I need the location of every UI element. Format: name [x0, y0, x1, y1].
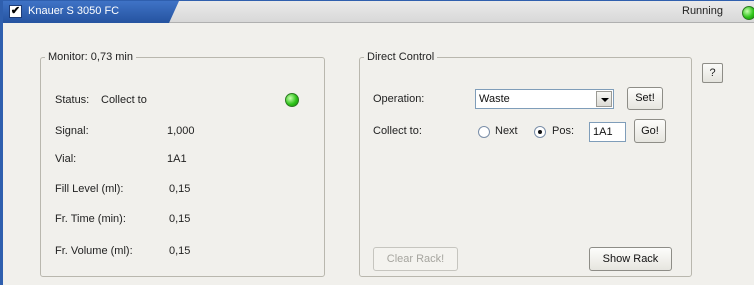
vial-value: 1A1: [167, 153, 187, 165]
device-tab[interactable]: ✔ Knauer S 3050 FC: [3, 1, 179, 23]
clear-rack-button[interactable]: Clear Rack!: [373, 247, 458, 271]
run-status-text: Running: [682, 5, 723, 17]
device-enabled-checkbox[interactable]: ✔: [9, 5, 22, 18]
direct-control-group: Direct Control: [359, 51, 692, 277]
vial-label: Vial:: [55, 153, 77, 165]
fraction-volume-label: Fr. Volume (ml):: [55, 245, 133, 257]
monitor-legend: Monitor: 0,73 min: [48, 51, 133, 63]
fraction-volume-value: 0,15: [169, 245, 191, 257]
radio-pos[interactable]: [534, 126, 546, 138]
collect-to-label: Collect to:: [373, 125, 422, 137]
chevron-down-icon[interactable]: [596, 91, 612, 107]
fraction-collector-panel: ✔ Knauer S 3050 FC Running Monitor: 0,73…: [0, 0, 754, 285]
status-label: Status:: [55, 94, 90, 106]
operation-select[interactable]: Waste: [475, 89, 614, 109]
status-value: Collect to: [101, 94, 147, 106]
radio-pos-label[interactable]: Pos:: [552, 125, 574, 137]
operation-label: Operation:: [373, 93, 425, 105]
status-led-icon: [285, 93, 299, 107]
device-title: Knauer S 3050 FC: [28, 5, 120, 17]
help-button[interactable]: ?: [702, 63, 723, 83]
direct-control-legend: Direct Control: [367, 51, 435, 63]
run-status-led-icon: [742, 6, 754, 20]
signal-value: 1,000: [167, 125, 195, 137]
position-input[interactable]: 1A1: [589, 122, 626, 142]
panel-header: ✔ Knauer S 3050 FC Running: [3, 1, 754, 23]
fraction-time-label: Fr. Time (min):: [55, 213, 126, 225]
operation-selected-value: Waste: [479, 93, 510, 105]
fill-level-value: 0,15: [169, 183, 191, 195]
set-button[interactable]: Set!: [627, 87, 663, 110]
go-button[interactable]: Go!: [634, 119, 666, 143]
fraction-time-value: 0,15: [169, 213, 191, 225]
show-rack-button[interactable]: Show Rack: [589, 247, 672, 271]
radio-next[interactable]: [478, 126, 490, 138]
signal-label: Signal:: [55, 125, 89, 137]
radio-next-label[interactable]: Next: [495, 125, 518, 137]
fill-level-label: Fill Level (ml):: [55, 183, 124, 195]
